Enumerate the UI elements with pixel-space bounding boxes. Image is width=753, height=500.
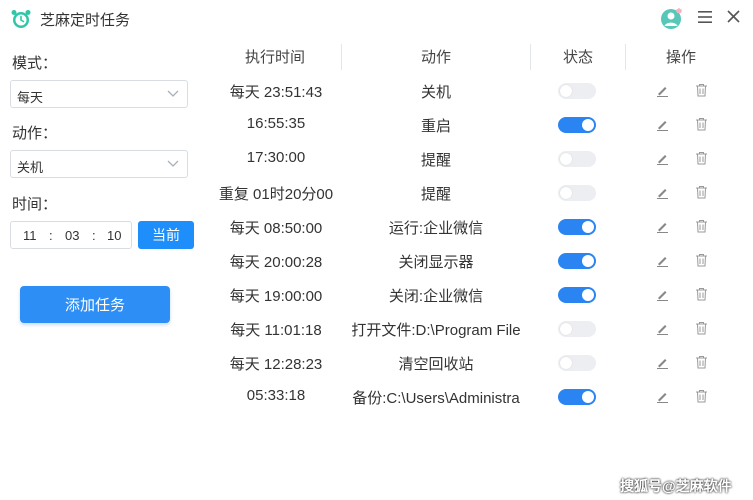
column-header-time: 执行时间 <box>244 49 305 66</box>
row-time: 05:33:18 <box>246 387 306 404</box>
edit-icon[interactable] <box>656 322 669 335</box>
time-separator: : <box>92 228 96 243</box>
status-toggle[interactable] <box>558 185 596 201</box>
mode-select[interactable]: 每天 <box>10 80 188 108</box>
trash-icon[interactable] <box>695 287 708 301</box>
row-time: 每天 20:00:28 <box>229 254 323 271</box>
row-time: 每天 12:28:23 <box>229 356 323 373</box>
time-minute[interactable]: 03 <box>65 228 79 243</box>
row-time: 每天 23:51:43 <box>229 84 323 101</box>
row-action: 关机 <box>420 84 451 101</box>
edit-icon[interactable] <box>656 118 669 131</box>
action-label: 动作： <box>12 125 58 142</box>
app-title: 芝麻定时任务 <box>40 12 131 29</box>
row-action: 关闭:企业微信 <box>388 288 484 305</box>
trash-icon[interactable] <box>695 151 708 165</box>
row-action: 清空回收站 <box>398 356 474 373</box>
toggle-knob <box>582 391 594 403</box>
time-input[interactable]: 11 : 03 : 10 <box>10 221 132 249</box>
trash-icon[interactable] <box>695 321 708 335</box>
chevron-down-icon <box>167 90 179 97</box>
trash-icon[interactable] <box>695 355 708 369</box>
action-select[interactable]: 关机 <box>10 150 188 178</box>
alarm-clock-icon <box>11 10 31 28</box>
column-header-operation: 操作 <box>665 49 696 66</box>
status-toggle[interactable] <box>558 321 596 337</box>
status-toggle[interactable] <box>558 355 596 371</box>
column-divider <box>625 44 626 70</box>
user-avatar-icon[interactable] <box>660 7 684 31</box>
time-second[interactable]: 10 <box>107 228 121 243</box>
trash-icon[interactable] <box>695 219 708 233</box>
row-time: 重复 01时20分00 <box>218 186 334 203</box>
edit-icon[interactable] <box>656 220 669 233</box>
column-header-status: 状态 <box>562 49 593 66</box>
toggle-knob <box>582 221 594 233</box>
toggle-knob <box>582 289 594 301</box>
edit-icon[interactable] <box>656 84 669 97</box>
edit-icon[interactable] <box>656 390 669 403</box>
trash-icon[interactable] <box>695 83 708 97</box>
row-action: 提醒 <box>420 152 451 169</box>
row-action: 运行:企业微信 <box>388 220 484 237</box>
row-action: 备份:C:\Users\Administra <box>352 390 520 407</box>
trash-icon[interactable] <box>695 185 708 199</box>
time-label: 时间： <box>12 196 58 213</box>
row-time: 每天 11:01:18 <box>230 322 322 339</box>
row-action: 重启 <box>420 118 451 135</box>
trash-icon[interactable] <box>695 117 708 131</box>
watermark: 搜狐号@芝麻软件 <box>620 478 732 494</box>
action-select-value: 关机 <box>17 160 44 175</box>
title-bar: 芝麻定时任务 <box>0 0 753 38</box>
current-time-button[interactable]: 当前 <box>138 221 194 249</box>
row-action: 提醒 <box>420 186 451 203</box>
chevron-down-icon <box>167 160 179 167</box>
close-icon[interactable] <box>727 10 740 23</box>
mode-label: 模式： <box>12 55 58 72</box>
status-toggle[interactable] <box>558 151 596 167</box>
column-divider <box>341 44 342 70</box>
trash-icon[interactable] <box>695 253 708 267</box>
edit-icon[interactable] <box>656 288 669 301</box>
row-time: 16:55:35 <box>246 115 306 132</box>
time-hour[interactable]: 11 <box>23 228 37 243</box>
edit-icon[interactable] <box>656 254 669 267</box>
column-divider <box>530 44 531 70</box>
column-header-action: 动作 <box>420 49 451 66</box>
toggle-knob <box>560 85 572 97</box>
time-separator: : <box>49 228 53 243</box>
row-action: 关闭显示器 <box>398 254 474 271</box>
add-task-button[interactable]: 添加任务 <box>20 286 170 323</box>
status-toggle[interactable] <box>558 253 596 269</box>
menu-icon[interactable] <box>698 11 712 23</box>
toggle-knob <box>560 153 572 165</box>
status-toggle[interactable] <box>558 389 596 405</box>
status-toggle[interactable] <box>558 117 596 133</box>
status-toggle[interactable] <box>558 287 596 303</box>
row-time: 每天 19:00:00 <box>229 288 323 305</box>
trash-icon[interactable] <box>695 389 708 403</box>
edit-icon[interactable] <box>656 356 669 369</box>
toggle-knob <box>560 357 572 369</box>
edit-icon[interactable] <box>656 152 669 165</box>
toggle-knob <box>560 323 572 335</box>
toggle-knob <box>582 255 594 267</box>
status-toggle[interactable] <box>558 83 596 99</box>
row-action: 打开文件:D:\Program File <box>351 322 521 339</box>
toggle-knob <box>560 187 572 199</box>
status-toggle[interactable] <box>558 219 596 235</box>
toggle-knob <box>582 119 594 131</box>
row-time: 17:30:00 <box>246 149 306 166</box>
row-time: 每天 08:50:00 <box>229 220 323 237</box>
edit-icon[interactable] <box>656 186 669 199</box>
mode-select-value: 每天 <box>17 90 44 105</box>
